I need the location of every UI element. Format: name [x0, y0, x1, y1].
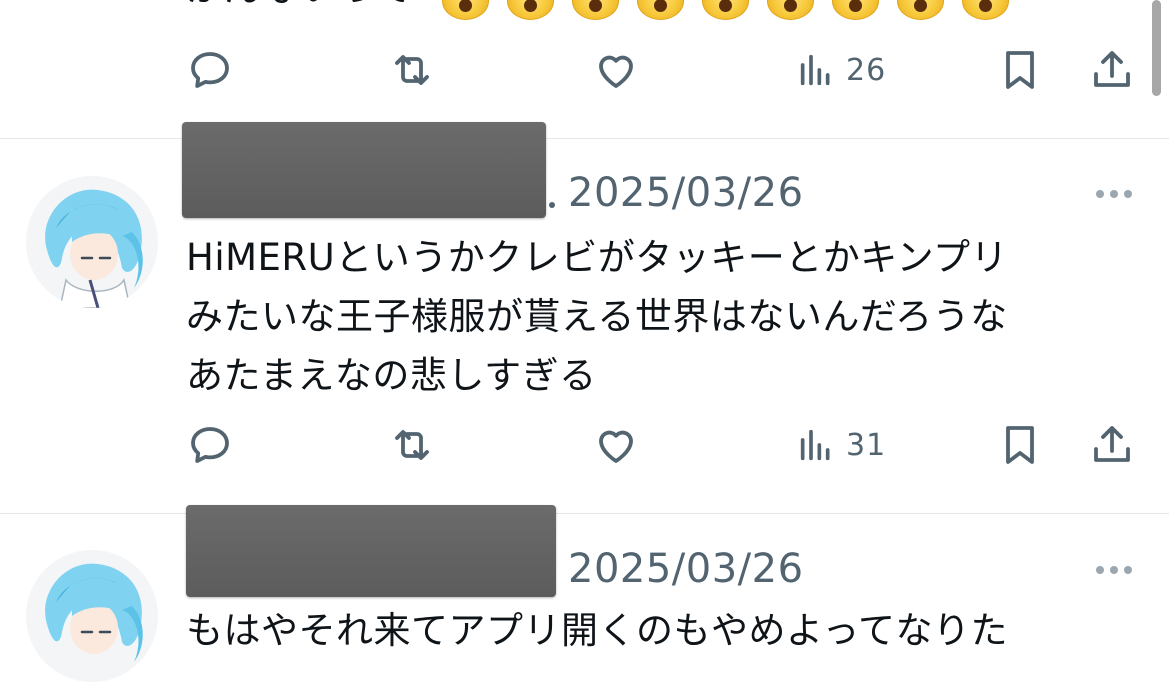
scream-emoji-icon [832, 0, 879, 20]
avatar-image [26, 176, 158, 308]
tweet-text-line: HiMERUというかクレビがタッキーとかキンプリ [186, 236, 1008, 279]
tweet-actions: 26 [0, 46, 1169, 102]
tweet-text-line: もはやそれ来てアプリ開くのもやめよってなりた [186, 609, 1009, 652]
tweet-text: もはやそれ来てアプリ開くのもやめよってなりた [186, 601, 1008, 660]
views-count: 31 [846, 427, 887, 463]
retweet-icon [395, 430, 429, 460]
share-button[interactable] [1088, 46, 1136, 94]
like-button[interactable] [592, 421, 640, 469]
views-icon [800, 54, 830, 86]
scream-emoji-icon [572, 0, 619, 20]
bookmark-button[interactable] [996, 421, 1044, 469]
scream-emoji-icon [767, 0, 814, 20]
scream-emoji-icon [507, 0, 554, 20]
tweet-actions: 31 [0, 421, 1169, 477]
share-icon [1094, 51, 1130, 87]
scream-emoji-icon [897, 0, 944, 20]
retweet-button[interactable] [388, 421, 436, 469]
scream-emoji-icon [702, 0, 749, 20]
like-icon [599, 430, 633, 463]
scream-emoji-icon [962, 0, 1009, 20]
tweet-text-line: あたまえなの悲しすぎる [186, 354, 597, 397]
share-icon [1094, 426, 1130, 462]
username-redaction [186, 505, 556, 597]
tweet-date[interactable]: 2025/03/26 [568, 170, 804, 216]
divider [0, 513, 1169, 514]
like-icon [599, 55, 633, 88]
avatar[interactable] [26, 176, 158, 308]
retweet-button[interactable] [388, 46, 436, 94]
scream-emoji-icon [637, 0, 684, 20]
share-button[interactable] [1088, 421, 1136, 469]
tweet-text-top: かんないって [186, 0, 412, 14]
reply-button[interactable] [186, 421, 234, 469]
reply-icon [191, 427, 229, 463]
username-redaction [182, 122, 546, 218]
bookmark-button[interactable] [996, 46, 1044, 94]
separator-dot [549, 202, 555, 208]
views-button[interactable]: 26 [796, 46, 886, 94]
more-button[interactable] [1096, 190, 1132, 198]
like-button[interactable] [592, 46, 640, 94]
more-icon [1096, 566, 1104, 574]
divider [0, 138, 1169, 139]
reply-icon [191, 52, 229, 88]
tweet-text-line: みたいな王子様服が貰える世界はないんだろうな [186, 295, 1008, 338]
tweet-text: HiMERUというかクレビがタッキーとかキンプリ みたいな王子様服が貰える世界は… [186, 228, 1008, 405]
more-button[interactable] [1096, 566, 1132, 574]
bookmark-icon [1006, 51, 1034, 89]
avatar-image [26, 550, 158, 682]
tweet-date[interactable]: 2025/03/26 [568, 546, 804, 592]
emoji-row [442, 0, 1009, 20]
views-button[interactable]: 31 [796, 421, 886, 469]
views-count: 26 [846, 52, 887, 88]
retweet-icon [395, 55, 429, 85]
avatar[interactable] [26, 550, 158, 682]
views-icon [800, 429, 830, 461]
scream-emoji-icon [442, 0, 489, 20]
reply-button[interactable] [186, 46, 234, 94]
bookmark-icon [1006, 426, 1034, 464]
more-icon [1096, 190, 1104, 198]
